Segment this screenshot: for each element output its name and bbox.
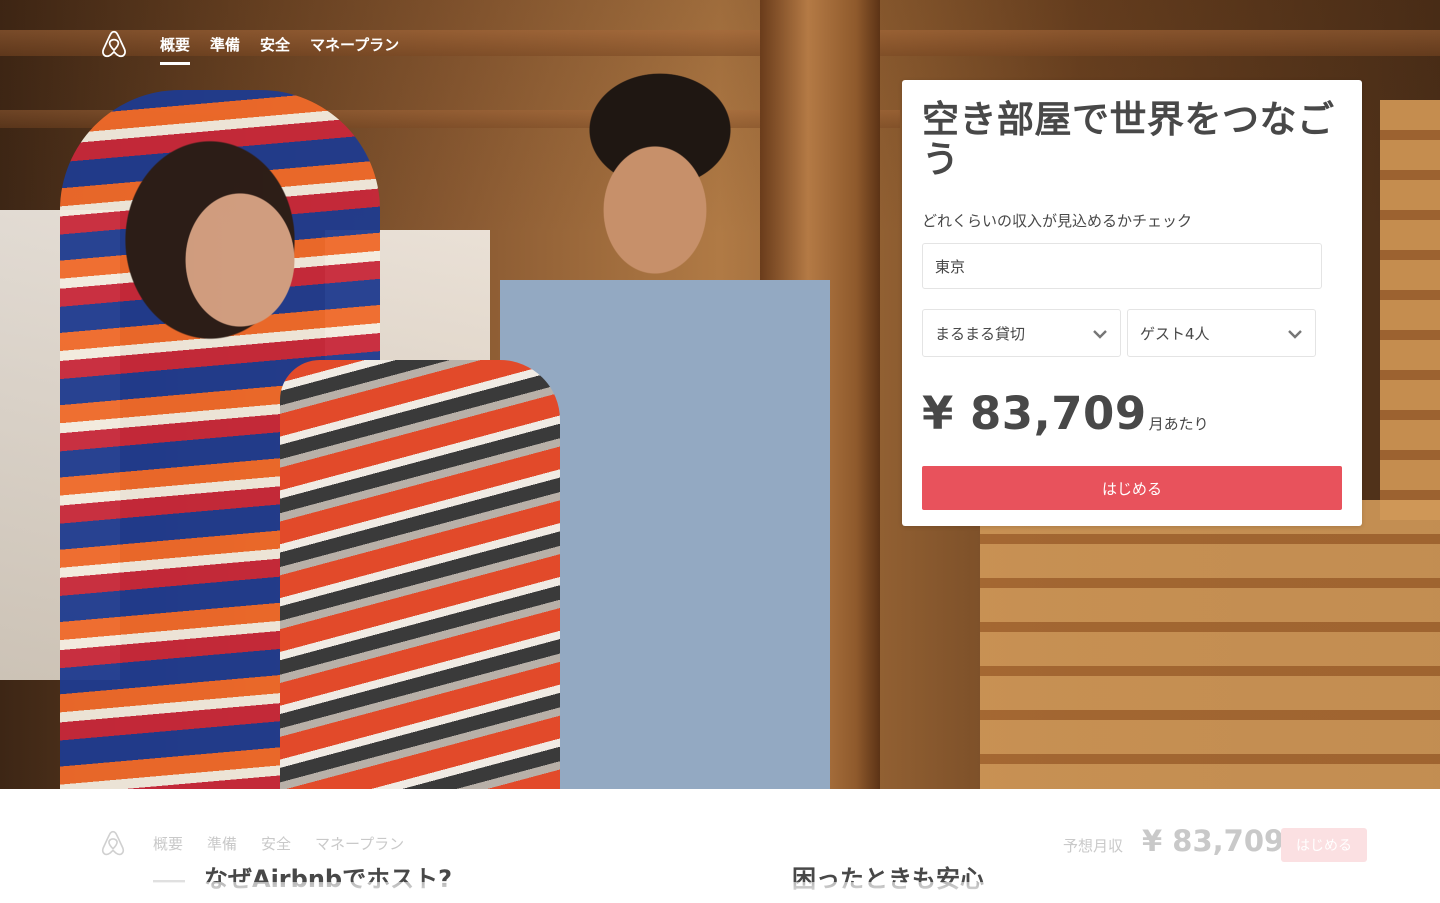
room-type-value: まるまる貸切 [935, 324, 1026, 343]
price-row: ¥ 83,709 月あたり [922, 387, 1342, 440]
card-subtitle: どれくらいの収入が見込めるかチェック [922, 212, 1193, 230]
nav-link-safety[interactable]: 安全 [260, 34, 290, 65]
estimated-price: ¥ 83,709 [922, 387, 1147, 440]
sticky-estimate-price: ¥ 83,709 [1142, 824, 1285, 858]
top-nav: 概要 準備 安全 マネープラン [100, 26, 399, 65]
sticky-link-prepare[interactable]: 準備 [207, 833, 237, 854]
sticky-link-overview[interactable]: 概要 [153, 833, 183, 854]
airbnb-logo-icon[interactable] [100, 829, 126, 857]
price-unit: 月あたり [1148, 415, 1209, 433]
sticky-nav-links: 概要 準備 安全 マネープラン [153, 833, 404, 854]
location-input[interactable] [922, 243, 1322, 289]
guests-value: ゲスト4人 [1140, 324, 1210, 343]
nav-link-money-plan[interactable]: マネープラン [310, 34, 399, 65]
sticky-estimate-label: 予想月収 [1063, 837, 1124, 855]
airbnb-logo-icon[interactable] [100, 29, 128, 59]
start-button[interactable]: はじめる [922, 466, 1342, 510]
room-type-select[interactable]: まるまる貸切 [922, 309, 1121, 357]
selects-row: まるまる貸切 ゲスト4人 [922, 309, 1342, 357]
sticky-link-safety[interactable]: 安全 [261, 833, 291, 854]
chevron-down-icon [1093, 330, 1107, 339]
scroll-fade [0, 882, 1440, 903]
staircase [980, 500, 1440, 789]
staircase [1380, 100, 1440, 520]
card-title: 空き部屋で世界をつなごう [922, 98, 1335, 181]
nav-link-overview[interactable]: 概要 [160, 34, 191, 65]
sticky-start-button[interactable]: はじめる [1281, 828, 1367, 862]
nav-link-prepare[interactable]: 準備 [210, 34, 240, 65]
chevron-down-icon [1288, 330, 1302, 339]
sticky-link-money-plan[interactable]: マネープラン [315, 833, 404, 854]
nav-links: 概要 準備 安全 マネープラン [160, 29, 399, 65]
woven-blanket [280, 360, 560, 789]
earnings-estimator-card: 空き部屋で世界をつなごう どれくらいの収入が見込めるかチェック まるまる貸切 ゲ… [902, 80, 1362, 526]
guests-select[interactable]: ゲスト4人 [1127, 309, 1316, 357]
